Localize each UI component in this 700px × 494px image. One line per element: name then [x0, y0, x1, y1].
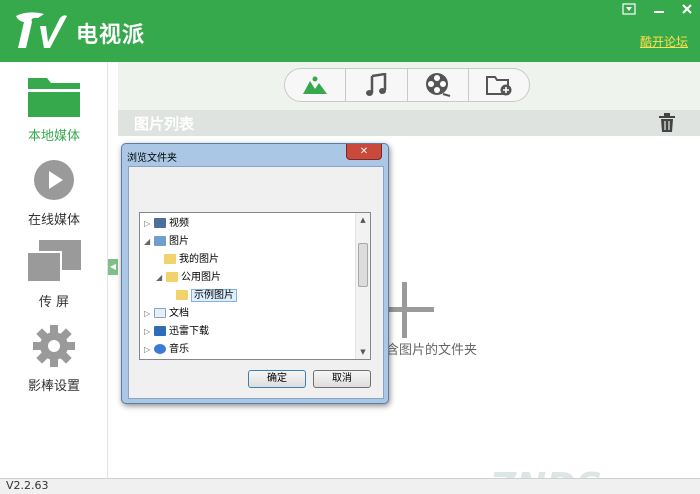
music-icon — [366, 73, 387, 96]
menu-icon[interactable] — [620, 3, 638, 17]
tree-item[interactable]: ◢ 公用图片 — [156, 269, 221, 287]
folder-icon — [28, 78, 80, 117]
close-icon[interactable] — [678, 3, 696, 17]
sidebar-item-label: 在线媒体 — [27, 213, 80, 228]
expand-arrow-icon[interactable]: ▷ — [144, 215, 154, 233]
music-folder-icon — [154, 344, 166, 354]
tree-item-label: 公用图片 — [181, 272, 221, 283]
expand-arrow-icon[interactable]: ▷ — [144, 341, 154, 359]
tree-item[interactable]: ▷ 视频 — [144, 215, 189, 233]
sidebar-item-label: 影棒设置 — [27, 379, 80, 394]
browse-folder-dialog: 浏览文件夹 ✕ ▷ 视频 ◢ 图片 我的图片 ◢ 公用图片 示例图片 ▷ 文档 ▷ 迅雷下… — [121, 143, 389, 404]
dialog-body: ▷ 视频 ◢ 图片 我的图片 ◢ 公用图片 示例图片 ▷ 文档 ▷ 迅雷下载 ▷ 音乐 — [128, 166, 384, 399]
version-label: V2.2.63 — [6, 479, 49, 492]
tree-item-label: 视频 — [169, 218, 189, 229]
pictures-folder-icon — [154, 236, 166, 246]
tree-item-label: 图片 — [169, 236, 189, 247]
tree-item-label: 示例图片 — [191, 289, 237, 302]
title-bar: 电视派 酷开论坛 — [0, 0, 700, 62]
folder-icon — [166, 272, 178, 282]
download-folder-icon — [154, 326, 166, 336]
list-title: 图片列表 — [134, 115, 195, 133]
sidebar-item-label: 本地媒体 — [27, 129, 80, 144]
app-title: 电视派 — [76, 23, 146, 48]
picture-icon — [303, 76, 328, 94]
tab-pictures[interactable] — [285, 69, 347, 101]
ok-button[interactable]: 确定 — [248, 370, 306, 388]
tree-item-label: 音乐 — [169, 344, 189, 355]
tab-music[interactable] — [346, 69, 408, 101]
expand-arrow-icon[interactable]: ▷ — [144, 305, 154, 323]
minimize-icon[interactable] — [650, 3, 668, 17]
tree-item[interactable]: ◢ 图片 — [144, 233, 189, 251]
gear-icon — [33, 325, 75, 367]
sidebar-item-settings[interactable]: 影棒设置 — [0, 324, 108, 394]
tab-add-folder[interactable] — [469, 69, 529, 101]
cancel-button[interactable]: 取消 — [313, 370, 371, 388]
tree-scrollbar[interactable]: ▲ ▼ — [355, 213, 370, 359]
film-reel-icon — [425, 73, 450, 97]
scroll-up-icon[interactable]: ▲ — [356, 213, 370, 227]
tree-item[interactable]: 我的图片 — [164, 251, 219, 269]
tree-item-label: 文档 — [169, 308, 189, 319]
tab-video[interactable] — [408, 69, 469, 101]
folder-icon — [164, 254, 176, 264]
expand-arrow-icon[interactable]: ▷ — [144, 323, 154, 341]
sidebar-item-local-media[interactable]: 本地媒体 — [0, 74, 108, 144]
tree-item-label: 迅雷下载 — [169, 326, 209, 337]
sidebar: 本地媒体 在线媒体 传 屏 影棒设置 — [0, 62, 108, 478]
sidebar-item-label: 传 屏 — [38, 295, 70, 310]
dialog-close-button[interactable]: ✕ — [346, 144, 382, 160]
tree-item[interactable]: ▷ 迅雷下载 — [144, 323, 209, 341]
tv-logo-icon — [16, 12, 67, 49]
status-bar: V2.2.63 — [0, 478, 700, 494]
play-circle-icon — [34, 160, 74, 200]
media-type-tabs — [284, 68, 530, 102]
sidebar-item-online-media[interactable]: 在线媒体 — [0, 158, 108, 228]
empty-hint: 含图片的文件夹 — [386, 343, 478, 358]
collapse-arrow-icon[interactable]: ◢ — [156, 269, 166, 287]
scroll-down-icon[interactable]: ▼ — [356, 345, 370, 359]
folder-icon — [176, 290, 188, 300]
forum-link[interactable]: 酷开论坛 — [640, 33, 688, 50]
collapse-sidebar-button[interactable]: ◀ — [108, 259, 118, 275]
picture-list-header: 图片列表 — [118, 110, 700, 136]
trash-icon[interactable] — [658, 113, 676, 133]
collapse-arrow-icon[interactable]: ◢ — [144, 233, 154, 251]
tree-item-label: 我的图片 — [179, 254, 219, 265]
add-folder-icon — [485, 76, 512, 96]
documents-folder-icon — [154, 308, 166, 318]
tree-item[interactable]: ▷ 音乐 — [144, 341, 189, 359]
dialog-title: 浏览文件夹 — [127, 153, 177, 164]
folder-tree[interactable]: ▷ 视频 ◢ 图片 我的图片 ◢ 公用图片 示例图片 ▷ 文档 ▷ 迅雷下载 ▷ 音乐 — [139, 212, 371, 360]
tree-item-selected[interactable]: 示例图片 — [176, 287, 237, 305]
scroll-thumb[interactable] — [358, 243, 368, 287]
video-folder-icon — [154, 218, 166, 228]
screen-mirror-icon — [26, 240, 81, 283]
tree-item[interactable]: ▷ 文档 — [144, 305, 189, 323]
sidebar-item-screen-mirror[interactable]: 传 屏 — [0, 238, 108, 310]
